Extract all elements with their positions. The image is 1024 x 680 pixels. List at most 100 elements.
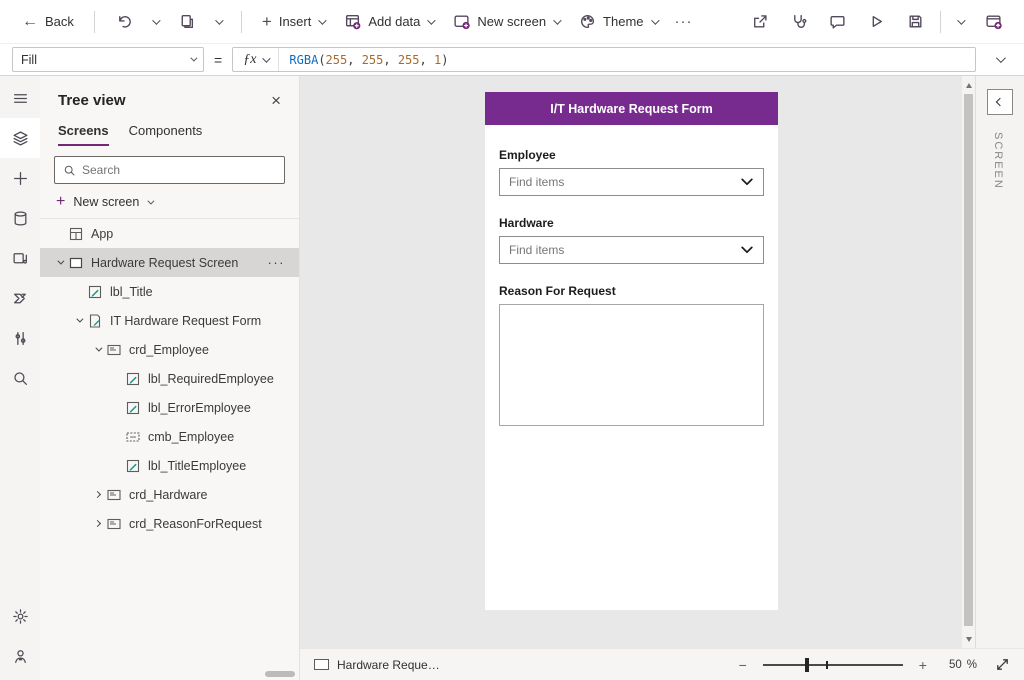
- virtual-agent-rail-button[interactable]: [0, 636, 40, 676]
- paste-menu-button[interactable]: [207, 13, 229, 31]
- save-button[interactable]: [899, 7, 932, 36]
- divider: [940, 11, 941, 33]
- search-rail-button[interactable]: [0, 358, 40, 398]
- search-input[interactable]: [82, 163, 276, 177]
- reason-textarea[interactable]: [499, 304, 764, 426]
- tab-components[interactable]: Components: [129, 123, 203, 146]
- formula-number: 255: [326, 53, 348, 67]
- tree-item-cmb-employee[interactable]: cmb_Employee: [40, 422, 299, 451]
- fit-to-window-button[interactable]: [995, 657, 1010, 672]
- advanced-tools-rail-button[interactable]: [0, 318, 40, 358]
- expand-properties-button[interactable]: [987, 89, 1013, 115]
- current-screen-selector[interactable]: Hardware Reque…: [314, 658, 440, 672]
- tree-item-app[interactable]: App: [40, 219, 299, 248]
- chevron-down-icon: [995, 53, 1005, 63]
- card-icon: [106, 487, 122, 503]
- hardware-combobox[interactable]: Find items: [499, 236, 764, 264]
- comments-button[interactable]: [821, 7, 854, 36]
- command-bar: ← Back + Insert: [0, 0, 1024, 44]
- undo-menu-button[interactable]: [144, 13, 166, 31]
- save-menu-button[interactable]: [949, 13, 971, 31]
- undo-icon: [115, 13, 132, 30]
- divider: [94, 11, 95, 33]
- scroll-down-arrow[interactable]: [962, 632, 975, 646]
- employee-combobox[interactable]: Find items: [499, 168, 764, 196]
- tree-view-title: Tree view: [58, 92, 126, 109]
- tree-item-lbl-erroremployee[interactable]: lbl_ErrorEmployee: [40, 393, 299, 422]
- data-rail-button[interactable]: [0, 198, 40, 238]
- expand-chevron[interactable]: [88, 347, 106, 352]
- tree-item-lbl-title[interactable]: lbl_Title: [40, 277, 299, 306]
- properties-panel-label: SCREEN: [992, 132, 1024, 190]
- zoom-in-button[interactable]: +: [913, 657, 933, 673]
- equals-sign: =: [214, 52, 222, 68]
- hardware-label: Hardware: [499, 216, 764, 230]
- close-icon[interactable]: ×: [267, 90, 285, 111]
- back-arrow-icon: ←: [22, 14, 38, 30]
- back-button[interactable]: ← Back: [14, 8, 82, 36]
- tab-screens[interactable]: Screens: [58, 123, 109, 146]
- formula-expression[interactable]: RGBA(255, 255, 255, 1): [279, 53, 448, 67]
- divider: [241, 11, 242, 33]
- insert-rail-button[interactable]: [0, 158, 40, 198]
- chevron-down-icon: [215, 16, 223, 24]
- publish-button[interactable]: [977, 7, 1010, 36]
- tree-item-crd-reasonforrequest[interactable]: crd_ReasonForRequest: [40, 509, 299, 538]
- formula-bar-expand-button[interactable]: [986, 47, 1012, 73]
- paste-icon: [178, 13, 195, 30]
- more-commands-button[interactable]: ···: [669, 9, 699, 34]
- zoom-out-button[interactable]: −: [733, 657, 753, 673]
- expand-chevron[interactable]: [88, 492, 106, 497]
- tree-horizontal-scrollbar[interactable]: [265, 671, 295, 677]
- canvas[interactable]: I/T Hardware Request Form Employee Find …: [300, 76, 962, 648]
- scroll-up-arrow[interactable]: [962, 78, 975, 92]
- property-name: Fill: [21, 53, 37, 67]
- formula-input[interactable]: ƒx RGBA(255, 255, 255, 1): [232, 47, 976, 72]
- plus-icon: +: [56, 194, 65, 210]
- new-screen-tree-button[interactable]: + New screen: [40, 184, 299, 218]
- tree-search-box[interactable]: [54, 156, 285, 184]
- publish-icon: [985, 13, 1002, 30]
- employee-label: Employee: [499, 148, 764, 162]
- zoom-slider[interactable]: [763, 658, 903, 672]
- theme-button[interactable]: Theme: [571, 7, 664, 36]
- hamburger-menu-button[interactable]: [0, 78, 40, 118]
- tree-item-lbl-requiredemployee[interactable]: lbl_RequiredEmployee: [40, 364, 299, 393]
- settings-rail-button[interactable]: [0, 596, 40, 636]
- preview-button[interactable]: [860, 7, 893, 36]
- formula-punct: ): [441, 53, 448, 67]
- insert-button[interactable]: + Insert: [254, 7, 332, 36]
- expand-chevron[interactable]: [88, 521, 106, 526]
- tree-item-lbl-titleemployee[interactable]: lbl_TitleEmployee: [40, 451, 299, 480]
- share-button[interactable]: [743, 7, 776, 36]
- app-checker-button[interactable]: [782, 7, 815, 36]
- card-icon: [106, 516, 122, 532]
- slider-thumb[interactable]: [805, 658, 809, 672]
- tree-item-it-hardware-request-form[interactable]: IT Hardware Request Form: [40, 306, 299, 335]
- add-data-button[interactable]: Add data: [336, 7, 441, 36]
- formula-number: 255: [398, 53, 420, 67]
- tree-view-rail-button[interactable]: [0, 118, 40, 158]
- back-label: Back: [45, 14, 74, 29]
- property-selector[interactable]: Fill: [12, 47, 204, 72]
- flow-icon: [12, 290, 29, 307]
- card-icon: [106, 342, 122, 358]
- undo-button[interactable]: [107, 7, 140, 36]
- fx-menu[interactable]: ƒx: [233, 48, 279, 71]
- tree-item-hardware-request-screen[interactable]: Hardware Request Screen ···: [40, 248, 299, 277]
- new-screen-button[interactable]: New screen: [445, 7, 567, 36]
- tree-view-header: Tree view ×: [40, 76, 299, 111]
- power-automate-rail-button[interactable]: [0, 278, 40, 318]
- tree-item-crd-hardware[interactable]: crd_Hardware: [40, 480, 299, 509]
- media-rail-button[interactable]: [0, 238, 40, 278]
- form-title-bar[interactable]: I/T Hardware Request Form: [485, 92, 778, 125]
- app-form[interactable]: I/T Hardware Request Form Employee Find …: [485, 92, 778, 610]
- media-icon: [12, 250, 29, 267]
- paste-button[interactable]: [170, 7, 203, 36]
- canvas-vertical-scrollbar[interactable]: [962, 76, 975, 648]
- expand-chevron[interactable]: [69, 318, 87, 323]
- tree-item-crd-employee[interactable]: crd_Employee: [40, 335, 299, 364]
- scrollbar-thumb[interactable]: [964, 94, 973, 626]
- expand-chevron[interactable]: [50, 260, 68, 265]
- row-more-icon[interactable]: ···: [268, 255, 292, 270]
